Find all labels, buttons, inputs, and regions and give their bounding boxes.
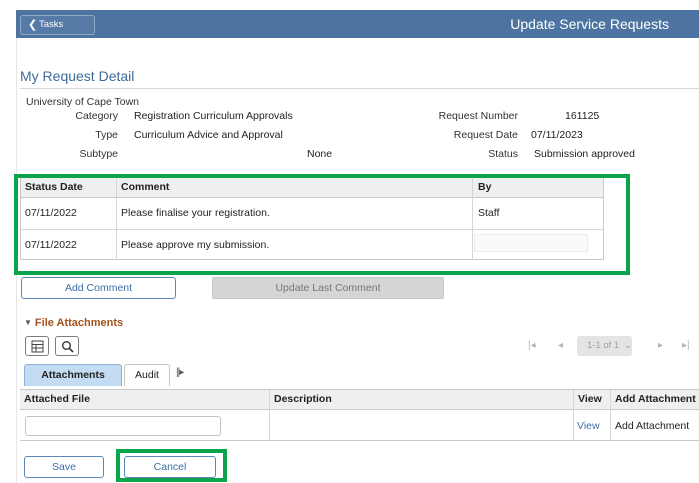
view-link[interactable]: View bbox=[577, 420, 600, 432]
search-icon bbox=[62, 341, 74, 353]
type-value: Curriculum Advice and Approval bbox=[134, 129, 283, 141]
save-button[interactable]: Save bbox=[24, 456, 104, 478]
page-range-label: 1-1 of 1 bbox=[587, 340, 620, 351]
column-add-attachment: Add Attachment bbox=[615, 393, 696, 405]
category-value: Registration Curriculum Approvals bbox=[134, 110, 293, 122]
request-number-label: Request Number bbox=[438, 110, 518, 122]
previous-page-icon[interactable]: ◂ bbox=[558, 340, 563, 351]
show-all-columns-icon[interactable]: ||▸ bbox=[176, 367, 184, 378]
request-date-label: Request Date bbox=[453, 129, 518, 141]
category-label: Category bbox=[75, 110, 118, 122]
chevron-left-icon: ❮ bbox=[28, 19, 38, 31]
status-value: Submission approved bbox=[534, 148, 635, 160]
grid-personalize-button[interactable] bbox=[25, 336, 49, 356]
next-page-icon[interactable]: ▸ bbox=[658, 340, 663, 351]
institution-name: University of Cape Town bbox=[26, 96, 140, 108]
highlight-box-grid bbox=[14, 174, 630, 275]
first-page-icon[interactable]: |◂ bbox=[528, 340, 536, 351]
file-attachments-title: File Attachments bbox=[34, 317, 124, 329]
column-description: Description bbox=[274, 393, 332, 405]
subtype-value: None bbox=[307, 148, 333, 160]
type-label: Type bbox=[95, 129, 118, 141]
grid-icon bbox=[31, 340, 44, 353]
triangle-down-icon: ▼ bbox=[24, 318, 32, 327]
update-last-comment-button[interactable]: Update Last Comment bbox=[212, 277, 444, 299]
add-comment-button[interactable]: Add Comment bbox=[21, 277, 176, 299]
attached-file-input[interactable] bbox=[25, 416, 221, 436]
page-range-selector[interactable]: 1-1 of 1 ⌄ bbox=[577, 336, 632, 356]
add-attachment-link[interactable]: Add Attachment bbox=[615, 420, 689, 432]
section-title: My Request Detail bbox=[20, 68, 135, 84]
find-button[interactable] bbox=[55, 336, 79, 356]
page-title: Update Service Requests bbox=[510, 16, 669, 32]
request-date-value: 07/11/2023 bbox=[531, 129, 583, 141]
file-attachments-header[interactable]: ▼ File Attachments bbox=[24, 317, 123, 329]
tab-audit[interactable]: Audit bbox=[124, 364, 170, 386]
section-divider bbox=[20, 88, 699, 89]
attachments-grid-header: Attached File Description View Add Attac… bbox=[20, 390, 699, 410]
tasks-back-label: Tasks bbox=[39, 19, 64, 30]
request-number-value: 161125 bbox=[565, 110, 600, 122]
column-view: View bbox=[578, 393, 602, 405]
highlight-box-cancel bbox=[116, 449, 227, 482]
status-label: Status bbox=[488, 148, 518, 160]
header-bar: ❮ Tasks Update Service Requests bbox=[16, 10, 699, 38]
subtype-label: Subtype bbox=[79, 148, 118, 160]
last-page-icon[interactable]: ▸| bbox=[682, 340, 690, 351]
column-attached-file: Attached File bbox=[24, 393, 90, 405]
tab-attachments[interactable]: Attachments bbox=[24, 364, 122, 386]
chevron-down-icon: ⌄ bbox=[624, 340, 632, 351]
tasks-back-button[interactable]: ❮ Tasks bbox=[20, 15, 95, 35]
